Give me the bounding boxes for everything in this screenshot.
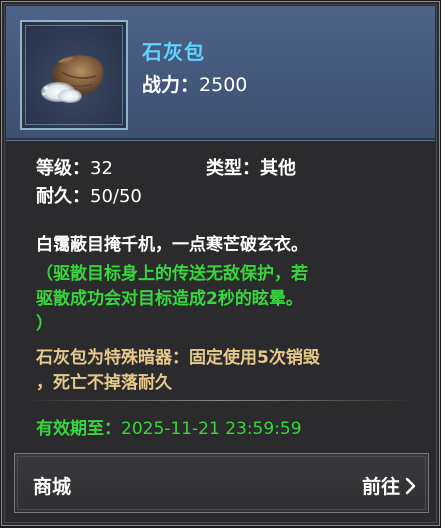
type-value: 其他: [260, 158, 296, 179]
item-tooltip: 石灰包 战力：2500 等级：32 类型：其他 耐久：50/50 白霭蔽目掩千机…: [1, 1, 440, 526]
power-label: 战力：: [142, 74, 200, 96]
note-line: ，死亡不掉落耐久: [36, 373, 172, 393]
item-power: 战力：2500: [142, 70, 247, 97]
expiry-info: 有效期至：2025-11-21 23:59:59: [36, 414, 302, 439]
item-icon-slot: [20, 20, 128, 130]
effect-text: （驱散目标身上的传送无敌保护，若 驱散成功会对目标造成2秒的眩晕。 ）: [36, 262, 406, 337]
shop-label: 商城: [33, 476, 72, 498]
durability-label: 耐久：: [36, 186, 90, 207]
effect-line: （驱散目标身上的传送无敌保护，若: [36, 264, 308, 284]
expiry-label: 有效期至：: [36, 419, 121, 439]
type-label: 类型：: [206, 158, 260, 179]
power-value: 2500: [199, 74, 248, 96]
expiry-value: 2025-11-21 23:59:59: [121, 419, 302, 439]
level-stat: 等级：32: [36, 154, 113, 180]
lime-powder-bag-icon: [41, 55, 104, 103]
level-value: 32: [90, 158, 113, 179]
goto-link[interactable]: 前往: [362, 472, 416, 499]
flavor-text: 白霭蔽目掩千机，一点寒芒破玄衣。: [36, 235, 308, 255]
item-header: 石灰包 战力：2500: [6, 6, 435, 141]
type-stat: 类型：其他: [206, 154, 296, 180]
chevron-right-icon: [405, 477, 416, 494]
effect-line: 驱散成功会对目标造成2秒的眩晕。: [36, 289, 303, 309]
durability-value: 50/50: [90, 186, 142, 207]
shop-button[interactable]: 商城 前往: [14, 453, 429, 513]
effect-line: ）: [36, 314, 53, 334]
note-line: 石灰包为特殊暗器：固定使用5次销毁: [36, 348, 320, 368]
note-text: 石灰包为特殊暗器：固定使用5次销毁 ，死亡不掉落耐久: [36, 346, 406, 396]
durability-stat: 耐久：50/50: [36, 182, 142, 208]
item-name: 石灰包: [142, 40, 205, 64]
level-label: 等级：: [36, 158, 90, 179]
goto-label: 前往: [361, 476, 400, 498]
divider: [24, 400, 417, 401]
